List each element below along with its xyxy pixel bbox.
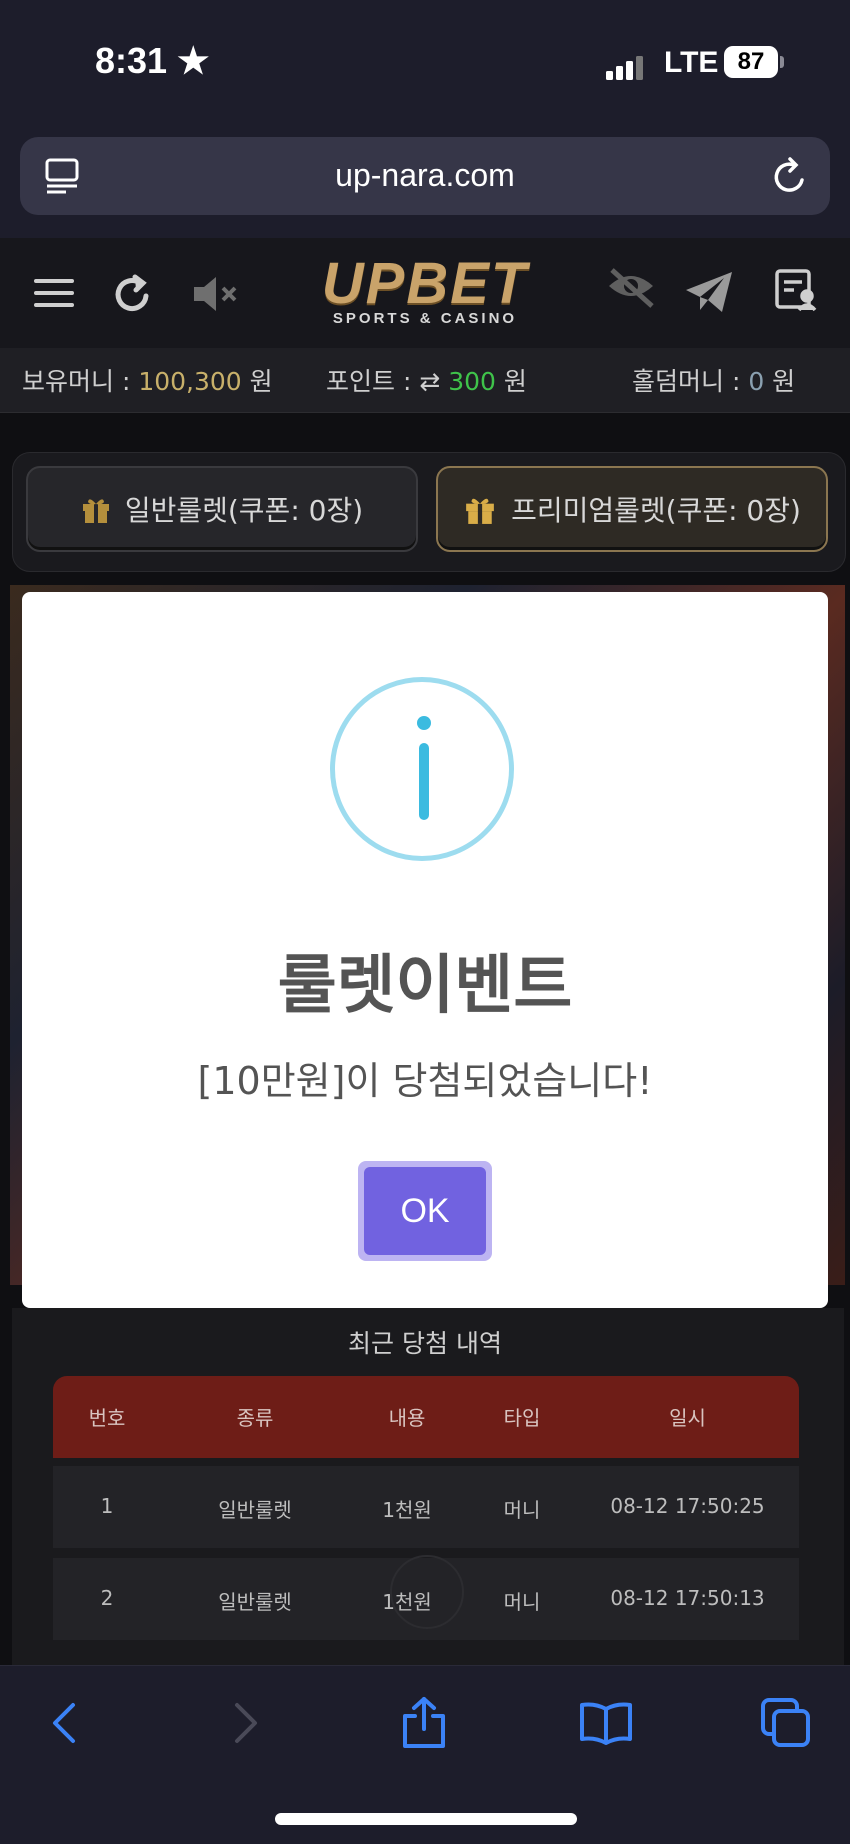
battery-icon: 87 bbox=[724, 46, 778, 78]
network-label: LTE bbox=[664, 46, 719, 79]
profile-card-icon[interactable] bbox=[774, 268, 818, 312]
bookmarks-icon[interactable] bbox=[576, 1693, 636, 1753]
info-icon-dot bbox=[417, 716, 431, 730]
cell-datetime: 08-12 17:50:13 bbox=[610, 1586, 765, 1610]
col-content: 내용 bbox=[388, 1406, 426, 1430]
cell-type: 머니 bbox=[503, 1590, 541, 1614]
site-logo-sub: SPORTS & CASINO bbox=[332, 310, 518, 327]
gift-icon bbox=[466, 498, 494, 524]
back-icon[interactable] bbox=[34, 1693, 94, 1753]
tab-normal-roulette[interactable]: 일반룰렛(쿠폰: 0장) bbox=[26, 466, 418, 552]
no-chat-icon[interactable] bbox=[604, 266, 658, 314]
cell-type: 머니 bbox=[503, 1498, 541, 1522]
cell-kind: 일반룰렛 bbox=[218, 1590, 292, 1614]
col-kind: 종류 bbox=[236, 1406, 274, 1430]
col-number: 번호 bbox=[88, 1406, 126, 1430]
ok-button[interactable]: OK bbox=[364, 1167, 486, 1255]
refresh-icon[interactable] bbox=[113, 274, 153, 314]
modal-message: [10만원]이 당첨되었습니다! bbox=[197, 1059, 653, 1103]
history-title: 최근 당첨 내역 bbox=[348, 1329, 502, 1358]
col-datetime: 일시 bbox=[669, 1406, 706, 1430]
share-icon[interactable] bbox=[394, 1693, 454, 1753]
cell-number: 1 bbox=[100, 1494, 114, 1518]
cell-kind: 일반룰렛 bbox=[218, 1498, 292, 1522]
cell-content: 1천원 bbox=[382, 1498, 432, 1522]
info-icon-bar bbox=[419, 743, 429, 820]
exchange-icon: ⇄ bbox=[419, 367, 441, 396]
tabs-icon[interactable] bbox=[756, 1693, 816, 1753]
signal-icon bbox=[606, 56, 646, 80]
col-type: 타입 bbox=[503, 1406, 541, 1430]
site-logo[interactable]: UPBET bbox=[280, 250, 570, 317]
telegram-icon[interactable] bbox=[684, 270, 734, 314]
balance-info: 보유머니 : 100,300 원 bbox=[22, 367, 273, 396]
gift-icon bbox=[82, 499, 109, 523]
url-text[interactable]: up-nara.com bbox=[0, 157, 850, 194]
battery-tip bbox=[780, 56, 784, 68]
cell-datetime: 08-12 17:50:25 bbox=[610, 1494, 765, 1518]
tab-premium-roulette[interactable]: 프리미엄룰렛(쿠폰: 0장) bbox=[436, 466, 828, 552]
holdem-info: 홀덤머니 : 0 원 bbox=[632, 367, 796, 396]
floating-home-button[interactable] bbox=[390, 1555, 464, 1629]
cell-number: 2 bbox=[100, 1586, 114, 1610]
status-time: 8:31 ★ bbox=[95, 40, 210, 81]
reload-icon[interactable] bbox=[772, 156, 810, 196]
forward-icon[interactable] bbox=[216, 1693, 276, 1753]
mute-icon[interactable] bbox=[192, 275, 240, 313]
home-indicator bbox=[275, 1813, 577, 1825]
menu-icon[interactable] bbox=[34, 278, 74, 308]
modal-title: 룰렛이벤트 bbox=[277, 949, 573, 1023]
point-info[interactable]: 포인트 : ⇄ 300 원 bbox=[326, 362, 527, 398]
